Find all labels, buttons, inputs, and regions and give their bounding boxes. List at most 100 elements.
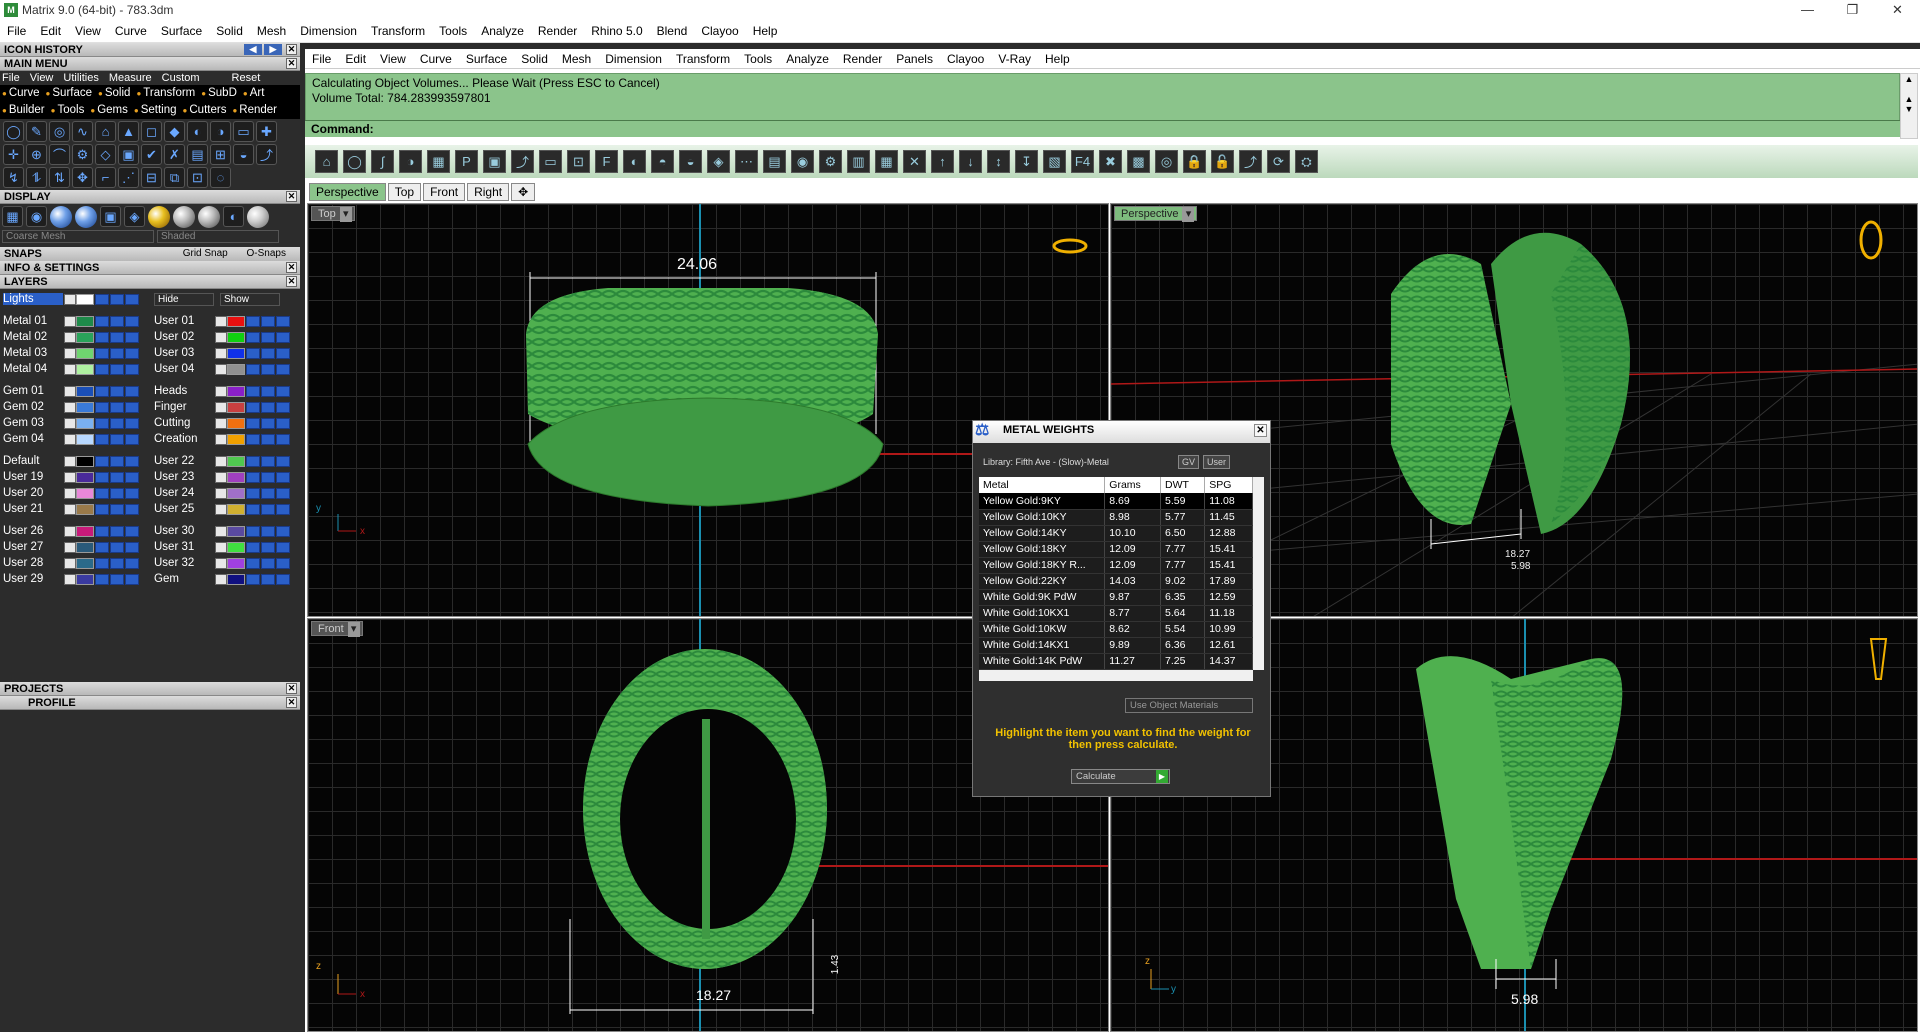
tab-front[interactable]: Front	[423, 183, 466, 201]
layer-arrow-icon[interactable]	[64, 525, 76, 537]
layer-toggle-icon[interactable]	[261, 385, 275, 397]
layer-toggle-icon[interactable]	[110, 487, 124, 499]
layer-arrow-icon[interactable]	[64, 315, 76, 327]
menu-edit[interactable]: Edit	[33, 24, 68, 38]
layer-row[interactable]: Metal 02	[3, 329, 146, 345]
tool-icon[interactable]: ◎	[49, 121, 70, 142]
rmenu-tools[interactable]: Tools	[737, 52, 779, 66]
layer-row[interactable]: Lights	[3, 291, 146, 307]
layer-toggle-icon[interactable]	[246, 525, 260, 537]
snaps-header[interactable]: SNAPS Grid Snap O-Snaps	[0, 247, 300, 261]
layer-toggle-icon[interactable]	[246, 455, 260, 467]
tool-icon[interactable]: ⇅	[49, 167, 70, 188]
layer-arrow-icon[interactable]	[64, 557, 76, 569]
layer-row[interactable]: User 29	[3, 571, 146, 587]
tool-icon[interactable]: ↯	[3, 167, 24, 188]
close-icon[interactable]: ✕	[286, 276, 297, 287]
toolbar-icon[interactable]: ⚙	[819, 150, 842, 173]
toolbar-icon[interactable]: ∫	[371, 150, 394, 173]
tool-icon[interactable]: ⊡	[187, 167, 208, 188]
o-snaps-toggle[interactable]: O-Snaps	[247, 248, 286, 259]
layer-row[interactable]: Metal 04	[3, 361, 146, 377]
metal-weights-titlebar[interactable]: ⚖ METAL WEIGHTS ✕	[973, 421, 1270, 443]
info-settings-header[interactable]: INFO & SETTINGS ✕	[0, 261, 300, 275]
tool-icon[interactable]: ⊕	[26, 144, 47, 165]
layer-toggle-icon[interactable]	[95, 385, 109, 397]
layer-color-swatch[interactable]	[76, 385, 94, 397]
display-header[interactable]: DISPLAY ✕	[0, 190, 300, 204]
layer-toggle-icon[interactable]	[276, 331, 290, 343]
layer-color-swatch[interactable]	[227, 573, 245, 585]
layer-toggle-icon[interactable]	[110, 401, 124, 413]
rmenu-mesh[interactable]: Mesh	[555, 52, 598, 66]
layer-toggle-icon[interactable]	[125, 525, 139, 537]
cat-tools[interactable]: Tools	[51, 102, 85, 119]
layer-toggle-icon[interactable]	[95, 573, 109, 585]
layer-arrow-icon[interactable]	[64, 471, 76, 483]
layer-row[interactable]: User 25	[154, 501, 297, 517]
toolbar-icon[interactable]: ↓	[959, 150, 982, 173]
toolbar-icon[interactable]: ⌂	[315, 150, 338, 173]
close-icon[interactable]: ✕	[286, 697, 297, 708]
layer-toggle-icon[interactable]	[276, 557, 290, 569]
layer-toggle-icon[interactable]	[261, 525, 275, 537]
tool-icon[interactable]: ◆	[164, 121, 185, 142]
rmenu-solid[interactable]: Solid	[514, 52, 555, 66]
menu-analyze[interactable]: Analyze	[474, 24, 531, 38]
tab-perspective[interactable]: Perspective	[309, 183, 386, 201]
layer-toggle-icon[interactable]	[125, 487, 139, 499]
toolbar-icon[interactable]: ◐	[623, 150, 646, 173]
tool-icon[interactable]: ⋰	[118, 167, 139, 188]
rmenu-analyze[interactable]: Analyze	[779, 52, 836, 66]
layer-toggle-icon[interactable]	[125, 573, 139, 585]
layer-row[interactable]: User 30	[154, 523, 297, 539]
layer-color-swatch[interactable]	[76, 363, 94, 375]
layer-color-swatch[interactable]	[76, 347, 94, 359]
rmenu-panels[interactable]: Panels	[889, 52, 940, 66]
layer-toggle-icon[interactable]	[95, 347, 109, 359]
layer-toggle-icon[interactable]	[276, 503, 290, 515]
gem-view-icon[interactable]: ◈	[124, 206, 145, 227]
toolbar-icon[interactable]: ◎	[1155, 150, 1178, 173]
table-row[interactable]: Yellow Gold:18KY R... 12.09 7.77 15.41	[979, 557, 1253, 574]
cat-art[interactable]: Art	[243, 85, 265, 102]
column-header[interactable]: DWT	[1160, 477, 1206, 493]
grid-snap-toggle[interactable]: Grid Snap	[183, 248, 228, 259]
mm-custom[interactable]: Custom	[162, 71, 200, 85]
render-ball-icon[interactable]	[75, 206, 97, 228]
layer-toggle-icon[interactable]	[276, 541, 290, 553]
cat-surface[interactable]: Surface	[46, 85, 92, 102]
layer-color-swatch[interactable]	[76, 487, 94, 499]
layer-toggle-icon[interactable]	[110, 363, 124, 375]
layer-toggle-icon[interactable]	[246, 385, 260, 397]
layer-toggle-icon[interactable]	[110, 455, 124, 467]
layer-row[interactable]: Gem 04	[3, 431, 146, 447]
layer-toggle-icon[interactable]	[261, 455, 275, 467]
layer-arrow-icon[interactable]	[64, 417, 76, 429]
layer-row[interactable]: Heads	[154, 383, 297, 399]
tool-icon[interactable]: ▤	[187, 144, 208, 165]
layer-toggle-icon[interactable]	[276, 363, 290, 375]
menu-transform[interactable]: Transform	[364, 24, 432, 38]
tool-icon[interactable]: ⥮	[26, 167, 47, 188]
layer-toggle-icon[interactable]	[246, 541, 260, 553]
layer-arrow-icon[interactable]	[64, 503, 76, 515]
table-row[interactable]: White Gold:9K PdW 9.87 6.35 12.59	[979, 589, 1253, 606]
use-object-materials-button[interactable]: Use Object Materials	[1125, 698, 1253, 713]
layer-toggle-icon[interactable]	[95, 401, 109, 413]
toolbar-icon[interactable]: P	[455, 150, 478, 173]
forward-arrow-icon[interactable]: ▶	[264, 44, 282, 55]
toolbar-icon[interactable]: ▩	[1127, 150, 1150, 173]
rmenu-surface[interactable]: Surface	[459, 52, 514, 66]
layer-row[interactable]: Gem 01	[3, 383, 146, 399]
layer-color-swatch[interactable]	[76, 541, 94, 553]
tool-icon[interactable]: ◯	[3, 121, 24, 142]
layer-toggle-icon[interactable]	[125, 541, 139, 553]
layer-color-swatch[interactable]	[227, 471, 245, 483]
layer-toggle-icon[interactable]	[261, 541, 275, 553]
tab-add[interactable]: ✥	[511, 183, 536, 201]
layer-row[interactable]: User 19	[3, 469, 146, 485]
layer-toggle-icon[interactable]	[95, 471, 109, 483]
menu-dimension[interactable]: Dimension	[293, 24, 364, 38]
close-icon[interactable]: ✕	[286, 191, 297, 202]
